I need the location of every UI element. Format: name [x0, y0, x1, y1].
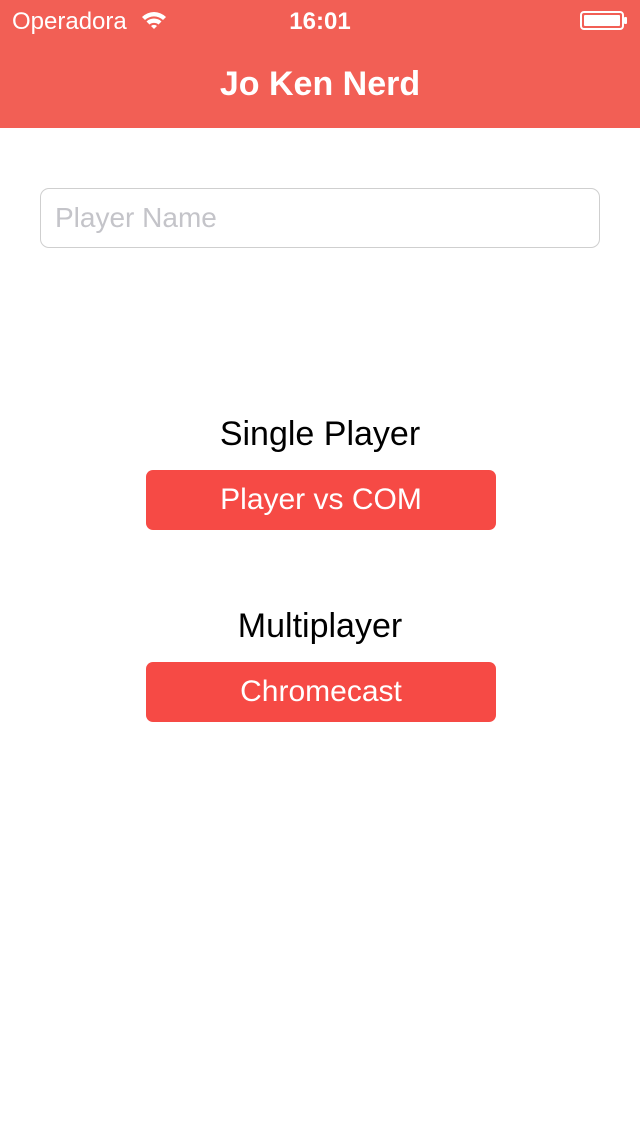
player-vs-com-button[interactable]: Player vs COM [146, 470, 496, 530]
single-player-label: Single Player [219, 415, 421, 453]
multiplayer-label: Multiplayer [237, 607, 403, 645]
app-screen: Operadora 16:01 Jo Ken Nerd Single Playe… [0, 0, 640, 1136]
chromecast-button[interactable]: Chromecast [146, 662, 496, 722]
page-title: Jo Ken Nerd [219, 65, 421, 103]
player-name-input[interactable] [40, 188, 600, 248]
status-bar: Operadora 16:01 [0, 0, 640, 40]
navigation-header: Operadora 16:01 Jo Ken Nerd [0, 0, 640, 128]
status-time: 16:01 [289, 8, 351, 35]
battery-icon [580, 11, 627, 30]
